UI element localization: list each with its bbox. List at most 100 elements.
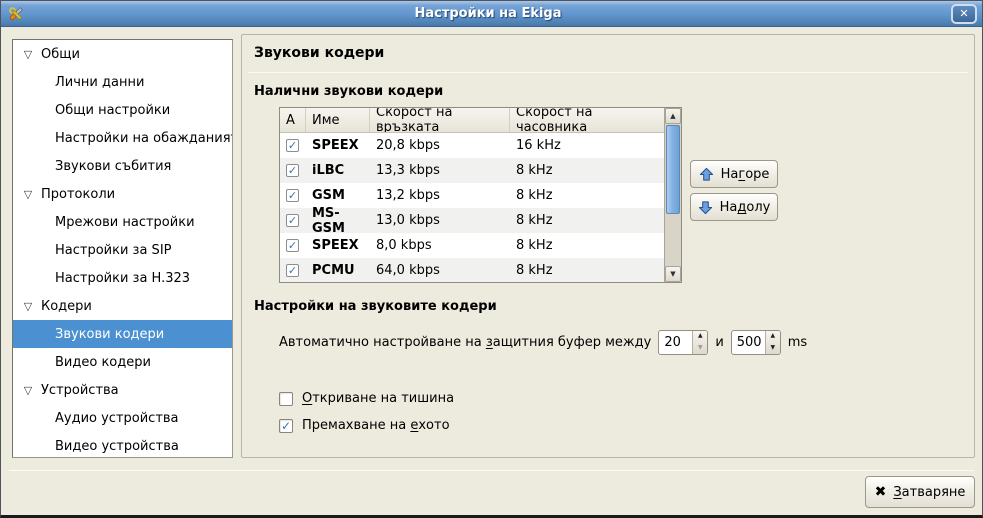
jitter-min-spinbox[interactable]: 20 ▲ ▼ (658, 330, 708, 355)
vertical-scrollbar[interactable]: ▲ ▼ (664, 108, 681, 282)
sidebar-item-codecs[interactable]: ▽ Кодери (13, 292, 232, 320)
dialog-content: ▽ Общи Лични данни Общи настройки Настро… (1, 28, 982, 515)
scroll-up-button[interactable]: ▲ (665, 108, 681, 124)
audio-codecs-panel: Звукови кодери Налични звукови кодери A … (241, 34, 975, 458)
close-dialog-button[interactable]: ✖ Затваряне (865, 476, 975, 508)
expander-icon[interactable]: ▽ (21, 188, 35, 201)
codec-bitrate: 64,0 kbps (370, 263, 510, 278)
silence-detection-label: Откриване на тишина (302, 391, 454, 406)
sidebar-item-general-settings[interactable]: Общи настройки (13, 96, 232, 124)
echo-cancellation-checkbox[interactable]: ✓ (279, 419, 293, 433)
column-header-bitrate[interactable]: Скорост на връзката (370, 108, 510, 132)
jitter-unit-label: ms (788, 335, 807, 350)
titlebar[interactable]: Настройки на Ekiga ✕ (1, 1, 982, 27)
jitter-buffer-row: Автоматично настройване на защитния буфе… (279, 329, 807, 355)
sidebar-item-label: Мрежови настройки (55, 215, 195, 230)
codec-clockrate: 8 kHz (510, 263, 664, 278)
sidebar-item-call-options[interactable]: Настройки на обажданията (13, 124, 232, 152)
table-row[interactable]: ✓ SPEEX 20,8 kbps 16 kHz (280, 133, 664, 158)
silence-detection-checkbox[interactable] (279, 392, 293, 406)
column-header-name[interactable]: Име (306, 108, 370, 132)
tools-window-icon (7, 5, 25, 23)
sidebar-item-label: Кодери (41, 299, 92, 314)
expander-icon[interactable]: ▽ (21, 48, 35, 61)
sidebar-item-protocols[interactable]: ▽ Протоколи (13, 180, 232, 208)
codec-enabled-checkbox[interactable]: ✓ (286, 264, 299, 277)
sidebar-item-h323-settings[interactable]: Настройки за H.323 (13, 264, 232, 292)
close-x-icon: ✖ (875, 484, 887, 500)
table-row[interactable]: ✓ PCMU 64,0 kbps 8 kHz (280, 258, 664, 282)
arrow-up-icon (699, 167, 714, 182)
codec-clockrate: 8 kHz (510, 238, 664, 253)
column-header-clockrate[interactable]: Скорост на часовника (510, 108, 664, 132)
scrollbar-thumb[interactable] (666, 125, 680, 214)
spin-down-icon[interactable]: ▼ (693, 342, 707, 354)
move-up-label: Нагоре (721, 167, 770, 182)
sidebar-item-devices[interactable]: ▽ Устройства (13, 376, 232, 404)
codec-enabled-checkbox[interactable]: ✓ (286, 189, 299, 202)
check-icon: ✓ (288, 140, 297, 151)
check-icon: ✓ (281, 420, 291, 432)
check-icon: ✓ (288, 190, 297, 201)
sidebar-item-label: Настройки на обажданията (55, 131, 233, 146)
sidebar-item-sound-events[interactable]: Звукови събития (13, 152, 232, 180)
sidebar-item-label: Общи (41, 47, 80, 62)
codec-bitrate: 13,3 kbps (370, 163, 510, 178)
jitter-buffer-label: Автоматично настройване на защитния буфе… (279, 335, 651, 350)
expander-icon[interactable]: ▽ (21, 384, 35, 397)
sidebar-item-label: Звукови кодери (55, 327, 164, 342)
move-down-label: Надолу (720, 200, 771, 215)
window-close-button[interactable]: ✕ (951, 4, 977, 24)
expander-icon[interactable]: ▽ (21, 300, 35, 313)
echo-cancellation-option[interactable]: ✓ Премахване на ехото (279, 418, 450, 433)
codec-table-body: A Име Скорост на връзката Скорост на час… (280, 108, 664, 282)
sidebar-item-video-devices[interactable]: Видео устройства (13, 432, 232, 458)
check-icon: ✓ (288, 165, 297, 176)
jitter-max-spinbox[interactable]: 500 ▲ ▼ (731, 330, 781, 355)
move-up-button[interactable]: Нагоре (690, 160, 778, 188)
jitter-and-label: и (715, 335, 723, 350)
spin-up-icon[interactable]: ▲ (766, 331, 780, 343)
spin-down-icon[interactable]: ▼ (766, 342, 780, 354)
codec-name: MS-GSM (306, 206, 370, 236)
silence-detection-option[interactable]: Откриване на тишина (279, 391, 454, 406)
codec-enabled-checkbox[interactable]: ✓ (286, 164, 299, 177)
table-row[interactable]: ✓ MS-GSM 13,0 kbps 8 kHz (280, 208, 664, 233)
spin-buttons: ▲ ▼ (692, 331, 707, 354)
codec-enabled-checkbox[interactable]: ✓ (286, 139, 299, 152)
table-row[interactable]: ✓ iLBC 13,3 kbps 8 kHz (280, 158, 664, 183)
column-header-active[interactable]: A (280, 108, 306, 132)
available-codecs-section-title: Налични звукови кодери (254, 84, 443, 99)
sidebar-item-label: Звукови събития (55, 159, 171, 174)
preferences-window: Настройки на Ekiga ✕ ▽ Общи Лични данни … (0, 0, 983, 518)
scroll-up-icon: ▲ (670, 112, 675, 120)
sidebar-item-video-codecs[interactable]: Видео кодери (13, 348, 232, 376)
sidebar-item-personal-data[interactable]: Лични данни (13, 68, 232, 96)
codec-enabled-checkbox[interactable]: ✓ (286, 239, 299, 252)
sidebar-item-audio-codecs[interactable]: Звукови кодери (13, 320, 232, 348)
scrollbar-track[interactable] (665, 215, 681, 266)
sidebar-item-label: Настройки за SIP (55, 243, 172, 258)
jitter-max-value[interactable]: 500 (732, 331, 765, 354)
arrow-down-icon (698, 200, 713, 215)
sidebar-item-audio-devices[interactable]: Аудио устройства (13, 404, 232, 432)
sidebar-item-network-settings[interactable]: Мрежови настройки (13, 208, 232, 236)
scroll-down-icon: ▼ (670, 270, 675, 278)
table-row[interactable]: ✓ GSM 13,2 kbps 8 kHz (280, 183, 664, 208)
sidebar-item-label: Аудио устройства (55, 411, 179, 426)
close-dialog-label: Затваряне (893, 485, 965, 500)
scroll-down-button[interactable]: ▼ (665, 266, 681, 282)
spin-buttons: ▲ ▼ (765, 331, 780, 354)
jitter-min-value[interactable]: 20 (659, 331, 692, 354)
sidebar-item-label: Видео кодери (55, 355, 151, 370)
sidebar-item-general[interactable]: ▽ Общи (13, 40, 232, 68)
codec-bitrate: 13,2 kbps (370, 188, 510, 203)
move-down-button[interactable]: Надолу (690, 193, 778, 221)
codec-enabled-checkbox[interactable]: ✓ (286, 214, 299, 227)
sidebar-item-label: Устройства (41, 383, 119, 398)
spin-up-icon[interactable]: ▲ (693, 331, 707, 343)
echo-cancellation-label: Премахване на ехото (302, 418, 450, 433)
sidebar-item-sip-settings[interactable]: Настройки за SIP (13, 236, 232, 264)
table-row[interactable]: ✓ SPEEX 8,0 kbps 8 kHz (280, 233, 664, 258)
codec-clockrate: 8 kHz (510, 163, 664, 178)
